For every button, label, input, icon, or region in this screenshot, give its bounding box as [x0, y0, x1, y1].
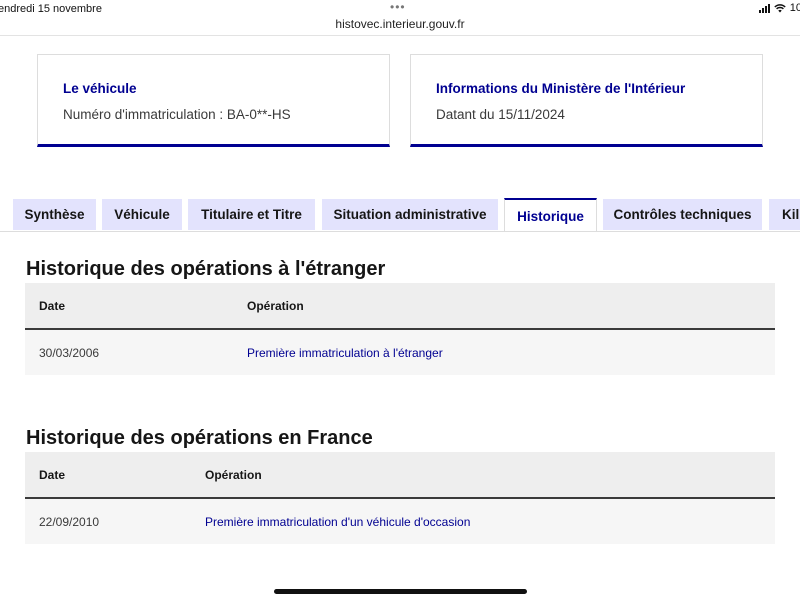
status-indicators: 10: [758, 2, 800, 14]
vehicle-card-title: Le véhicule: [63, 81, 137, 96]
tab-situation-administrative[interactable]: Situation administrative: [322, 199, 498, 230]
ministry-card: Informations du Ministère de l'Intérieur…: [410, 54, 763, 147]
table-header: Date Opération: [25, 452, 775, 499]
tab-bar: Synthèse Véhicule Titulaire et Titre Sit…: [0, 198, 800, 232]
home-indicator[interactable]: [274, 589, 527, 594]
column-date-header: Date: [39, 298, 66, 313]
france-history-table: Date Opération 22/09/2010 Première immat…: [25, 452, 775, 544]
address-url[interactable]: histovec.interieur.gouv.fr: [0, 17, 800, 31]
multitasking-dots-icon[interactable]: •••: [390, 0, 406, 14]
tab-controles-techniques[interactable]: Contrôles techniques: [603, 199, 762, 230]
battery-percent: 10: [789, 2, 800, 14]
abroad-history-title: Historique des opérations à l'étranger: [26, 258, 386, 280]
abroad-history-table: Date Opération 30/03/2006 Première immat…: [25, 283, 775, 375]
row-date: 22/09/2010: [39, 514, 100, 529]
tab-synthese[interactable]: Synthèse: [13, 199, 96, 230]
row-operation: Première immatriculation à l'étranger: [247, 345, 443, 360]
table-row: 30/03/2006 Première immatriculation à l'…: [25, 330, 775, 375]
tab-titulaire-et-titre[interactable]: Titulaire et Titre: [188, 199, 315, 230]
tab-vehicule[interactable]: Véhicule: [102, 199, 182, 230]
ministry-card-title: Informations du Ministère de l'Intérieur: [436, 81, 686, 96]
status-date: endredi 15 novembre: [0, 3, 102, 15]
row-operation: Première immatriculation d'un véhicule d…: [205, 514, 471, 529]
cellular-signal-icon: [758, 3, 770, 13]
wifi-icon: [774, 3, 786, 12]
column-operation-header: Opération: [205, 467, 262, 482]
ministry-date: Datant du 15/11/2024: [436, 107, 565, 122]
row-date: 30/03/2006: [39, 345, 100, 360]
header-divider: [0, 35, 800, 36]
tab-kilometrage[interactable]: Kil: [769, 199, 800, 230]
table-header: Date Opération: [25, 283, 775, 330]
column-date-header: Date: [39, 467, 66, 482]
status-bar: endredi 15 novembre ••• histovec.interie…: [0, 0, 800, 36]
tab-historique[interactable]: Historique: [504, 198, 597, 232]
tab-underline: [0, 231, 800, 232]
vehicle-card: Le véhicule Numéro d'immatriculation : B…: [37, 54, 390, 147]
registration-number: Numéro d'immatriculation : BA-0**-HS: [63, 107, 291, 122]
france-history-title: Historique des opérations en France: [26, 427, 373, 449]
column-operation-header: Opération: [247, 298, 304, 313]
table-row: 22/09/2010 Première immatriculation d'un…: [25, 499, 775, 544]
